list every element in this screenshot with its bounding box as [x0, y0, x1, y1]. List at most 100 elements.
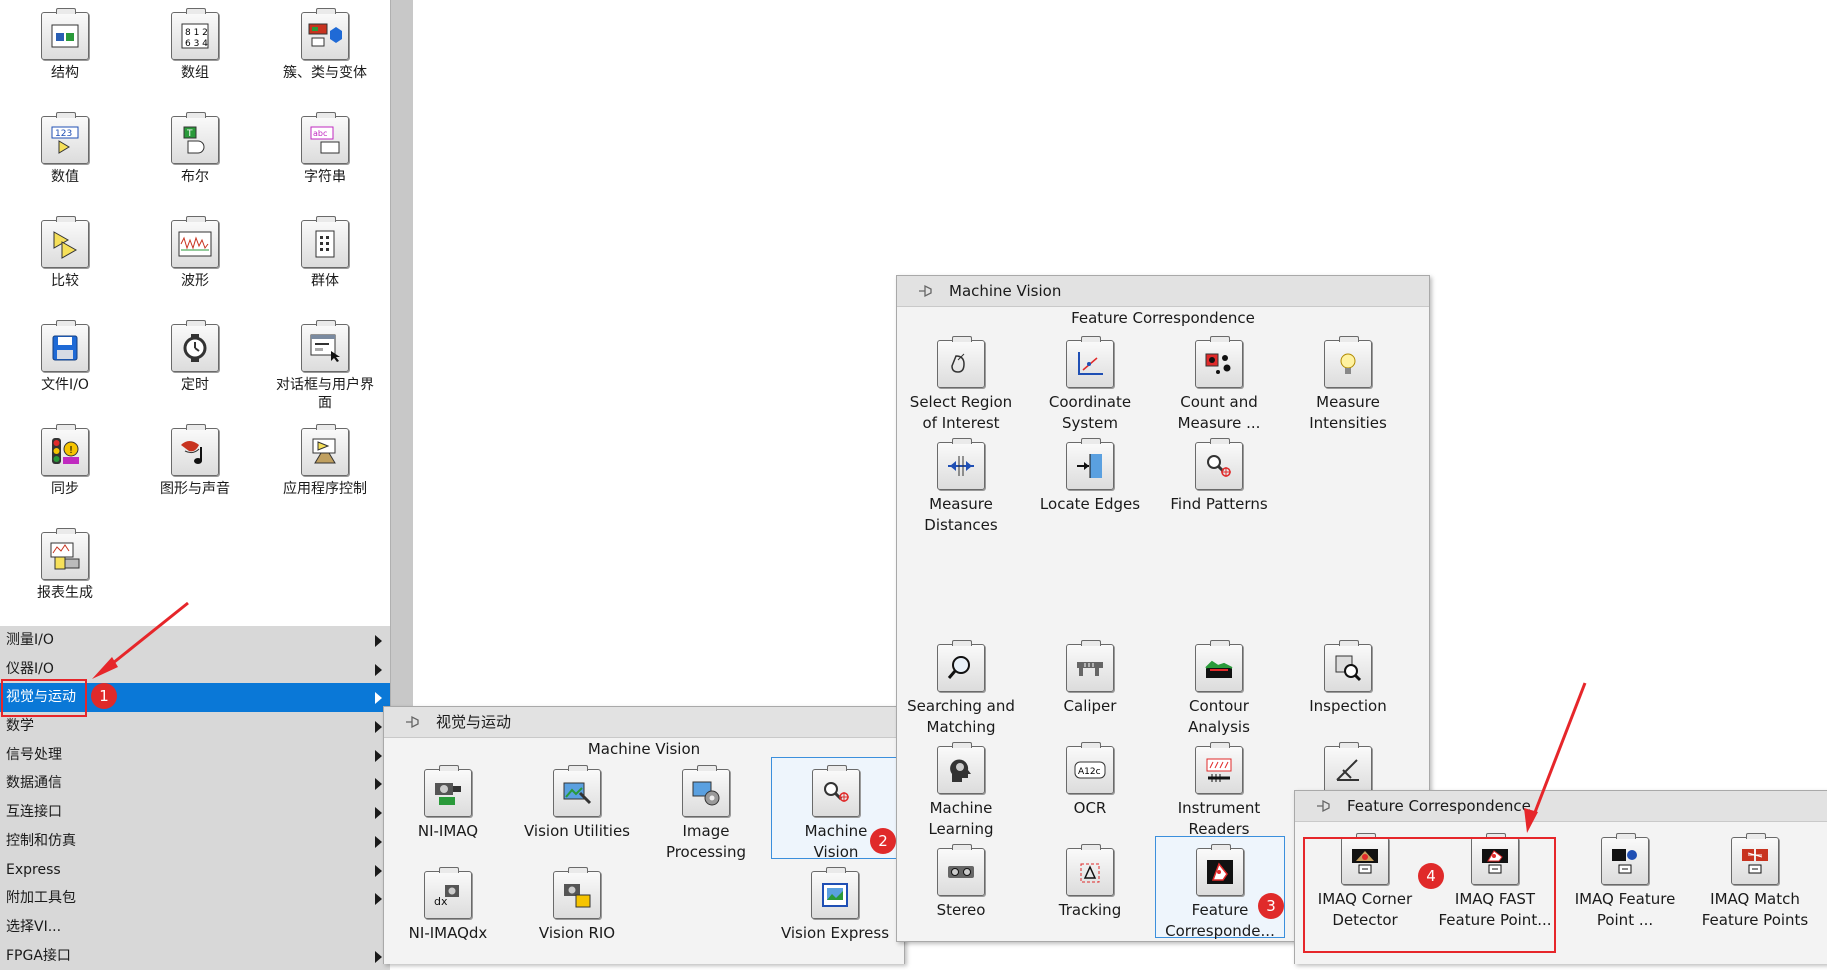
palette-item-report[interactable]: 报表生成: [0, 520, 130, 602]
fc-item-feature-point[interactable]: IMAQ Feature Point ...: [1561, 831, 1689, 931]
numeric-icon: 123: [51, 126, 79, 154]
pin-icon[interactable]: [917, 284, 933, 298]
item-label: Count and Measure ...: [1177, 393, 1261, 432]
palette-item-string[interactable]: abc 字符串: [260, 104, 390, 186]
svg-text:6 3 4: 6 3 4: [185, 39, 208, 49]
mv-item-caliper[interactable]: Caliper: [1026, 638, 1154, 717]
mv-item-feature-correspondence[interactable]: Feature Corresponde...: [1155, 836, 1285, 940]
palette-item-array[interactable]: 8 1 26 3 4 数组: [130, 0, 260, 82]
vision-motion-palette: 视觉与运动 Machine Vision NI-IMAQ Vision Util…: [383, 706, 905, 964]
mv-item-ocr[interactable]: A12c OCR: [1026, 740, 1154, 819]
vm-item-vision-rio[interactable]: Vision RIO: [513, 865, 641, 944]
count-measure-icon: [1205, 353, 1231, 374]
file-io-icon: [52, 335, 78, 361]
category-label: 数学: [6, 718, 34, 735]
category-select-vi[interactable]: 选择VI...: [0, 912, 390, 942]
palette-item-cluster-group[interactable]: 群体: [260, 208, 390, 290]
category-label: 互连接口: [6, 804, 62, 821]
category-measurement-io[interactable]: 测量I/O: [0, 626, 390, 655]
svg-text:8 1 2: 8 1 2: [185, 28, 208, 38]
item-label: Inspection: [1309, 697, 1387, 715]
graphics-sound-icon: [181, 441, 202, 464]
annotation-badge-4: 4: [1418, 863, 1444, 889]
vm-item-ni-imaq[interactable]: NI-IMAQ: [384, 763, 512, 842]
mv-item-contour-analysis[interactable]: Contour Analysis: [1155, 638, 1283, 738]
palette-item-label: 结构: [51, 65, 79, 81]
mv-item-searching-matching[interactable]: Searching and Matching: [897, 638, 1025, 738]
palette-item-dialog[interactable]: 对话框与用户界面: [260, 312, 390, 412]
category-addons[interactable]: 附加工具包: [0, 884, 390, 913]
palette-item-app-control[interactable]: 应用程序控制: [260, 416, 390, 498]
vm-item-vision-utilities[interactable]: Vision Utilities: [513, 763, 641, 842]
vm-item-ni-imaqdx[interactable]: dx NI-IMAQdx: [384, 865, 512, 944]
ni-imaqdx-icon: dx: [434, 885, 459, 908]
chevron-right-icon: [375, 663, 382, 676]
category-express[interactable]: Express: [0, 855, 390, 885]
mv-item-measure-intensities[interactable]: Measure Intensities: [1284, 334, 1412, 434]
image-processing-icon: [692, 781, 720, 806]
mv-item-geometry[interactable]: [1284, 740, 1412, 794]
palette-item-label: 数值: [51, 169, 79, 185]
waveform-icon: [178, 231, 212, 257]
category-label: Express: [6, 861, 61, 878]
item-label: NI-IMAQ: [417, 822, 479, 840]
palette-item-waveform[interactable]: 波形: [130, 208, 260, 290]
chevron-right-icon: [375, 835, 382, 848]
mv-item-instrument-readers[interactable]: Instrument Readers: [1155, 740, 1283, 840]
fc-item-match-feature-points[interactable]: IMAQ Match Feature Points: [1691, 831, 1819, 931]
vision-express-icon: [822, 883, 848, 907]
timing-icon: [183, 334, 207, 362]
machine-vision-icon: [824, 782, 849, 802]
svg-text:T: T: [186, 129, 193, 139]
comparison-icon: [53, 231, 78, 259]
palette-item-comparison[interactable]: 比较: [0, 208, 130, 290]
coordinate-system-icon: [1078, 352, 1103, 375]
pin-icon[interactable]: [404, 715, 420, 729]
palette-item-timing[interactable]: 定时: [130, 312, 260, 394]
category-connectivity[interactable]: 互连接口: [0, 798, 390, 827]
palette-item-cluster[interactable]: 簇、类与变体: [260, 0, 390, 82]
category-fpga[interactable]: FPGA接口: [0, 941, 390, 970]
annotation-badge-1: 1: [91, 683, 117, 709]
mv-item-select-roi[interactable]: Select Region of Interest: [897, 334, 1025, 434]
palette-item-structure[interactable]: 结构: [0, 0, 130, 82]
vm-item-vision-express[interactable]: Vision Express: [771, 865, 899, 944]
item-label: Image Processing: [665, 822, 747, 861]
palette-item-label: 图形与声音: [160, 481, 230, 497]
mv-item-measure-distances[interactable]: Measure Distances: [897, 436, 1025, 536]
palette-item-boolean[interactable]: T 布尔: [130, 104, 260, 186]
category-label: 信号处理: [6, 746, 62, 763]
mv-item-stereo[interactable]: Stereo: [897, 842, 1025, 921]
mv-item-tracking[interactable]: Tracking: [1026, 842, 1154, 921]
mv-item-machine-learning[interactable]: Machine Learning: [897, 740, 1025, 840]
chevron-right-icon: [375, 950, 382, 963]
item-label: Select Region of Interest: [909, 393, 1013, 432]
palette-item-label: 报表生成: [37, 585, 93, 601]
svg-text:123: 123: [55, 129, 72, 139]
palette-item-file-io[interactable]: 文件I/O: [0, 312, 130, 394]
category-control-simulation[interactable]: 控制和仿真: [0, 826, 390, 856]
item-label: Locate Edges: [1039, 495, 1141, 513]
category-label: 仪器I/O: [6, 660, 54, 677]
mv-item-coordinate-system[interactable]: Coordinate System: [1026, 334, 1154, 434]
palette-item-label: 定时: [181, 377, 209, 393]
inspection-icon: [1335, 655, 1362, 682]
mv-item-find-patterns[interactable]: Find Patterns: [1155, 436, 1283, 515]
palette-item-sync[interactable]: ! 同步: [0, 416, 130, 498]
palette-item-graphics-sound[interactable]: 图形与声音: [130, 416, 260, 498]
pin-icon[interactable]: [1315, 799, 1331, 813]
cluster-group-icon: [315, 230, 335, 258]
mv-item-inspection[interactable]: Inspection: [1284, 638, 1412, 717]
item-label: Instrument Readers: [1177, 799, 1261, 838]
category-label: 选择VI...: [6, 918, 62, 935]
mv-item-count-measure[interactable]: Count and Measure ...: [1155, 334, 1283, 434]
category-data-communication[interactable]: 数据通信: [0, 769, 390, 799]
category-signal-processing[interactable]: 信号处理: [0, 740, 390, 770]
palette-item-label: 应用程序控制: [283, 481, 367, 497]
caliper-icon: [1077, 662, 1103, 676]
vm-item-image-processing[interactable]: Image Processing: [642, 763, 770, 863]
item-label: Vision Express: [780, 924, 890, 942]
mv-item-locate-edges[interactable]: Locate Edges: [1026, 436, 1154, 515]
palette-item-numeric[interactable]: 123 数值: [0, 104, 130, 186]
palette-subtitle: Feature Correspondence: [1071, 309, 1255, 327]
